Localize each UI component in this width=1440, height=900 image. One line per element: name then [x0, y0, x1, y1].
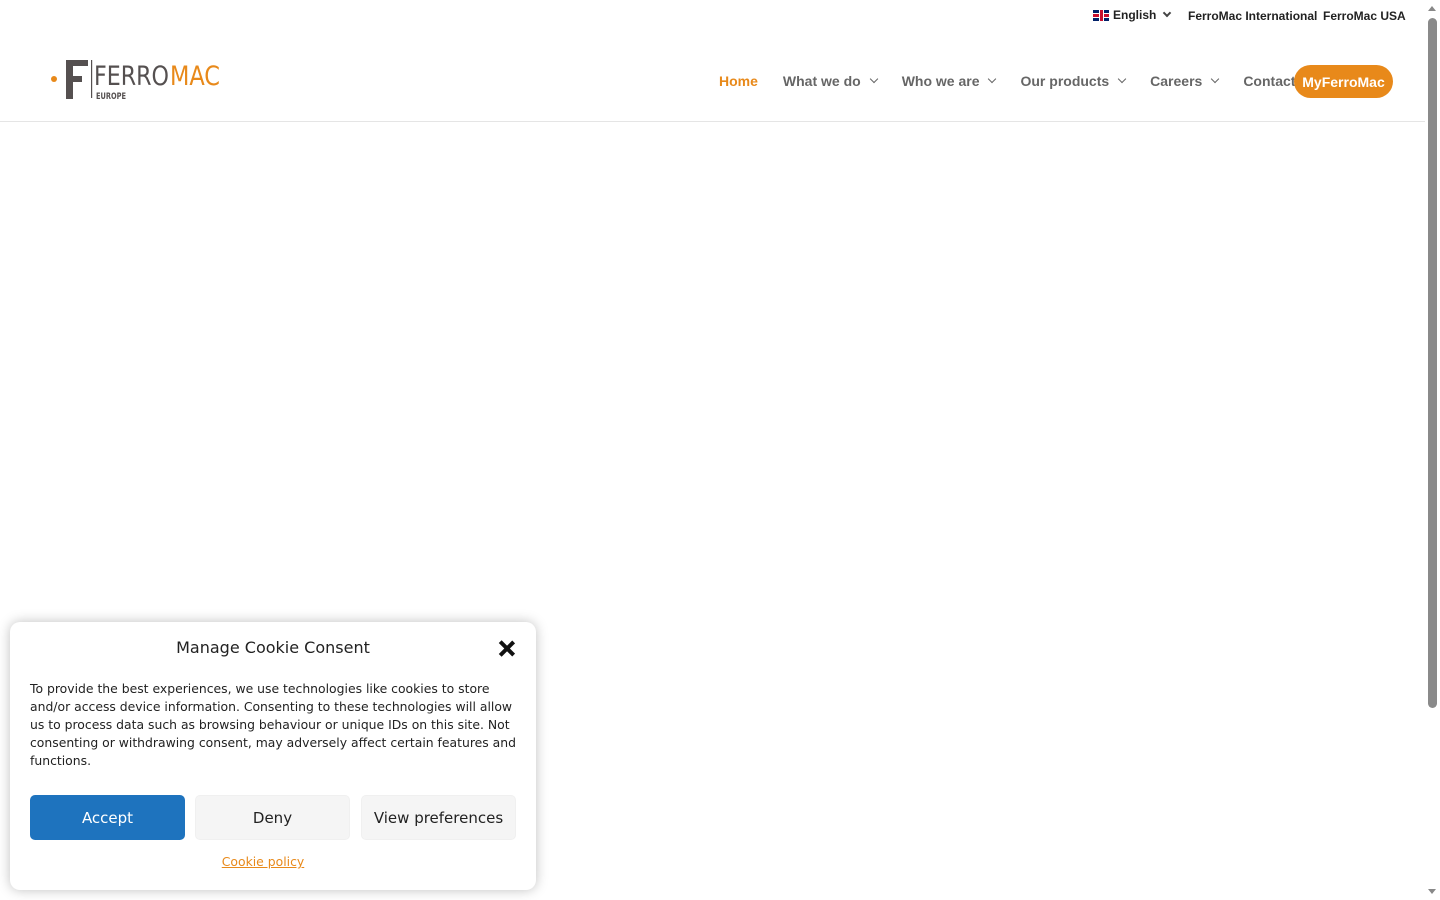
nav-home[interactable]: Home	[719, 73, 758, 89]
view-preferences-button[interactable]: View preferences	[361, 795, 516, 840]
close-icon[interactable]	[497, 639, 517, 659]
nav-our-products[interactable]: Our products	[1020, 73, 1127, 89]
accept-button[interactable]: Accept	[30, 795, 185, 840]
chevron-down-icon	[1117, 74, 1127, 84]
chevron-down-icon	[1163, 8, 1172, 18]
scroll-down-arrow-icon[interactable]	[1428, 889, 1436, 894]
scroll-up-arrow-icon[interactable]	[1428, 6, 1436, 11]
nav-what-we-do-label: What we do	[782, 73, 861, 89]
language-selector[interactable]: English	[1093, 8, 1172, 22]
logo-word-ferro: FERRO	[94, 61, 169, 92]
chevron-down-icon	[1211, 74, 1220, 84]
ferromac-logo[interactable]: FERRO MAC EUROPE	[50, 58, 225, 103]
logo-word-mac: MAC	[170, 61, 220, 92]
uk-flag-icon	[1093, 9, 1109, 21]
nav-what-we-do[interactable]: What we do	[782, 73, 878, 89]
link-ferromac-usa[interactable]: FerroMac USA	[1323, 9, 1406, 23]
link-ferromac-international[interactable]: FerroMac International	[1188, 9, 1317, 23]
deny-button[interactable]: Deny	[195, 795, 350, 840]
chevron-down-icon	[869, 74, 878, 84]
nav-who-we-are-label: Who we are	[901, 73, 980, 89]
cookie-policy-link[interactable]: Cookie policy	[10, 854, 516, 869]
nav-careers[interactable]: Careers	[1150, 73, 1220, 89]
top-bar: English FerroMac International FerroMac …	[0, 0, 1425, 32]
site-header: FERRO MAC EUROPE Home What we do Who we …	[0, 32, 1425, 122]
cookie-dialog-title: Manage Cookie Consent	[176, 638, 370, 657]
main-nav: Home What we do Who we are Our products …	[719, 73, 1320, 89]
chevron-down-icon	[988, 74, 997, 84]
nav-our-products-label: Our products	[1020, 73, 1110, 89]
scrollbar-thumb[interactable]	[1428, 18, 1437, 708]
nav-contact-label: Contact	[1243, 73, 1296, 89]
nav-who-we-are[interactable]: Who we are	[901, 73, 997, 89]
myferromac-button[interactable]: MyFerroMac	[1294, 65, 1393, 98]
nav-contact[interactable]: Contact	[1243, 73, 1295, 89]
page-scrollbar[interactable]	[1425, 0, 1440, 900]
cookie-consent-dialog: Manage Cookie Consent To provide the bes…	[10, 622, 536, 890]
cookie-dialog-text: To provide the best experiences, we use …	[30, 681, 516, 768]
nav-careers-label: Careers	[1150, 73, 1203, 89]
nav-home-label: Home	[719, 73, 758, 89]
language-label: English	[1113, 8, 1157, 22]
logo-sub-europe: EUROPE	[96, 92, 126, 102]
